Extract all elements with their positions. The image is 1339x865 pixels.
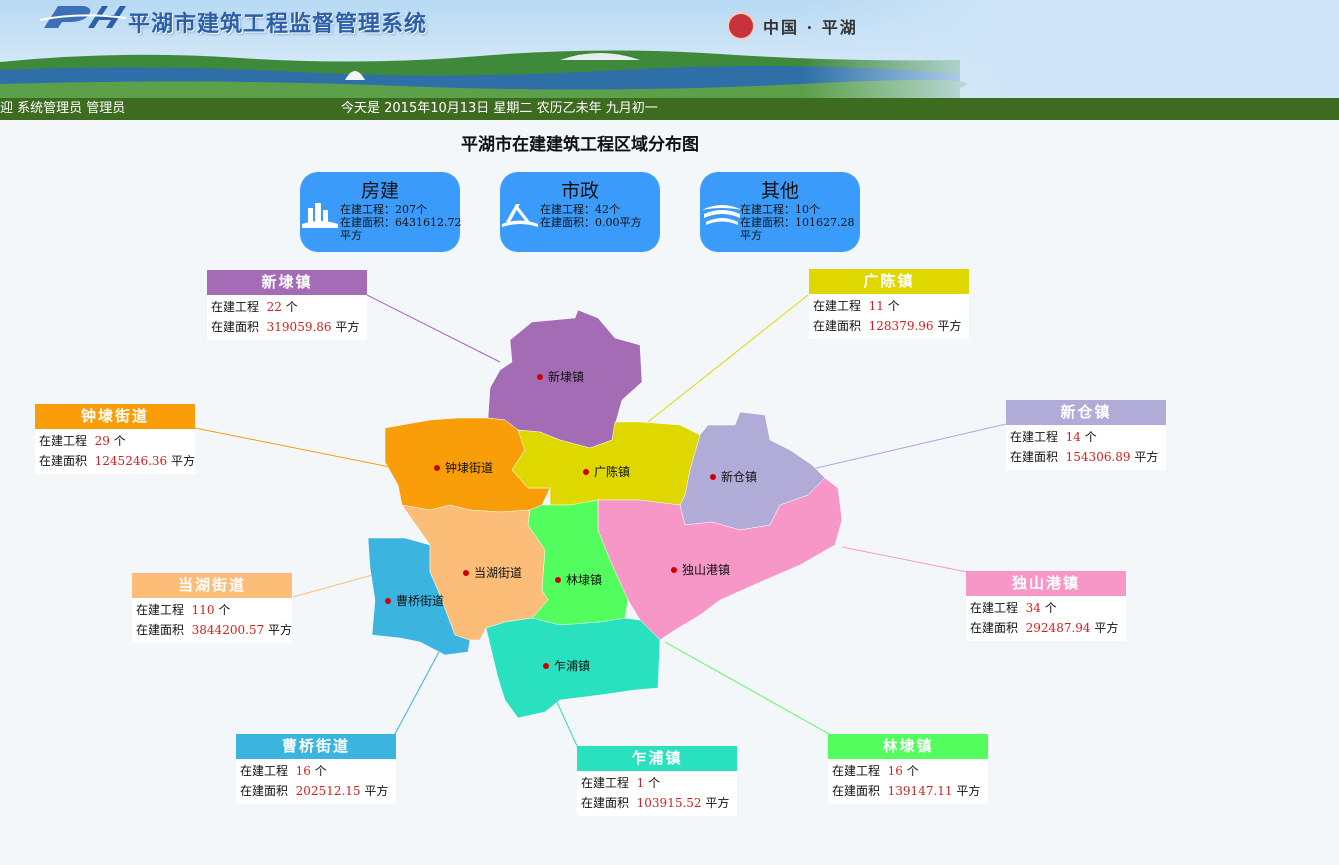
info-projects: 在建工程 16 个 [832,764,919,778]
info-box-title: 曹桥街道 [236,734,396,759]
map-label-zhapu: 乍浦镇 [554,658,590,673]
info-projects: 在建工程 29 个 [39,434,126,448]
info-box-title: 钟埭街道 [35,404,195,429]
info-projects: 在建工程 110 个 [136,603,231,617]
info-box-caoqiao[interactable]: 曹桥街道 在建工程 16 个 在建面积 202512.15 平方 [236,734,396,804]
map-label-zhongdai: 钟埭街道 [445,460,493,475]
info-box-title: 当湖街道 [132,573,292,598]
leader-line-guangchen [647,294,809,423]
info-area: 在建面积 103915.52 平方 [581,796,730,810]
map-label-danghu: 当湖街道 [474,565,522,580]
info-area: 在建面积 202512.15 平方 [240,784,389,798]
info-box-xincang[interactable]: 新仓镇 在建工程 14 个 在建面积 154306.89 平方 [1006,400,1166,470]
info-projects: 在建工程 1 个 [581,776,661,790]
leader-line-lindai [664,641,830,735]
info-box-title: 新埭镇 [207,270,367,295]
info-box-dushangang[interactable]: 独山港镇 在建工程 34 个 在建面积 292487.94 平方 [966,571,1126,641]
info-box-xindai[interactable]: 新埭镇 在建工程 22 个 在建面积 319059.86 平方 [207,270,367,340]
info-area: 在建面积 319059.86 平方 [211,320,360,334]
info-box-guangchen[interactable]: 广陈镇 在建工程 11 个 在建面积 128379.96 平方 [809,269,969,339]
info-box-title: 广陈镇 [809,269,969,294]
map-label-lindai: 林埭镇 [566,573,602,587]
map-label-xindai: 新埭镇 [548,369,584,384]
leader-line-caoqiao [394,649,441,735]
info-box-zhapu[interactable]: 乍浦镇 在建工程 1 个 在建面积 103915.52 平方 [577,746,737,816]
info-box-lindai[interactable]: 林埭镇 在建工程 16 个 在建面积 139147.11 平方 [828,734,988,804]
info-box-title: 独山港镇 [966,571,1126,596]
info-area: 在建面积 154306.89 平方 [1010,450,1159,464]
info-box-title: 林埭镇 [828,734,988,759]
map-label-guangchen: 广陈镇 [594,464,630,479]
info-area: 在建面积 128379.96 平方 [813,319,962,333]
info-projects: 在建工程 11 个 [813,299,900,313]
info-box-title: 乍浦镇 [577,746,737,771]
info-projects: 在建工程 14 个 [1010,430,1097,444]
info-area: 在建面积 292487.94 平方 [970,621,1119,635]
info-box-title: 新仓镇 [1006,400,1166,425]
leader-line-xincang [807,423,1007,471]
info-projects: 在建工程 22 个 [211,300,298,314]
leader-line-zhongdai [194,427,406,471]
info-box-zhongdai[interactable]: 钟埭街道 在建工程 29 个 在建面积 1245246.36 平方 [35,404,195,474]
leader-line-dushangang [841,546,968,573]
leader-line-xindai [366,294,501,363]
leader-line-zhapu [555,699,578,747]
info-area: 在建面积 139147.11 平方 [832,784,981,798]
info-area: 在建面积 1245246.36 平方 [39,454,196,468]
map-label-dushangang: 独山港镇 [682,563,730,577]
info-area: 在建面积 3844200.57 平方 [136,623,293,637]
map-label-xincang: 新仓镇 [721,469,757,484]
info-projects: 在建工程 16 个 [240,764,327,778]
info-projects: 在建工程 34 个 [970,601,1057,615]
info-box-danghu[interactable]: 当湖街道 在建工程 110 个 在建面积 3844200.57 平方 [132,573,292,643]
map-label-caoqiao: 曹桥街道 [396,594,444,608]
